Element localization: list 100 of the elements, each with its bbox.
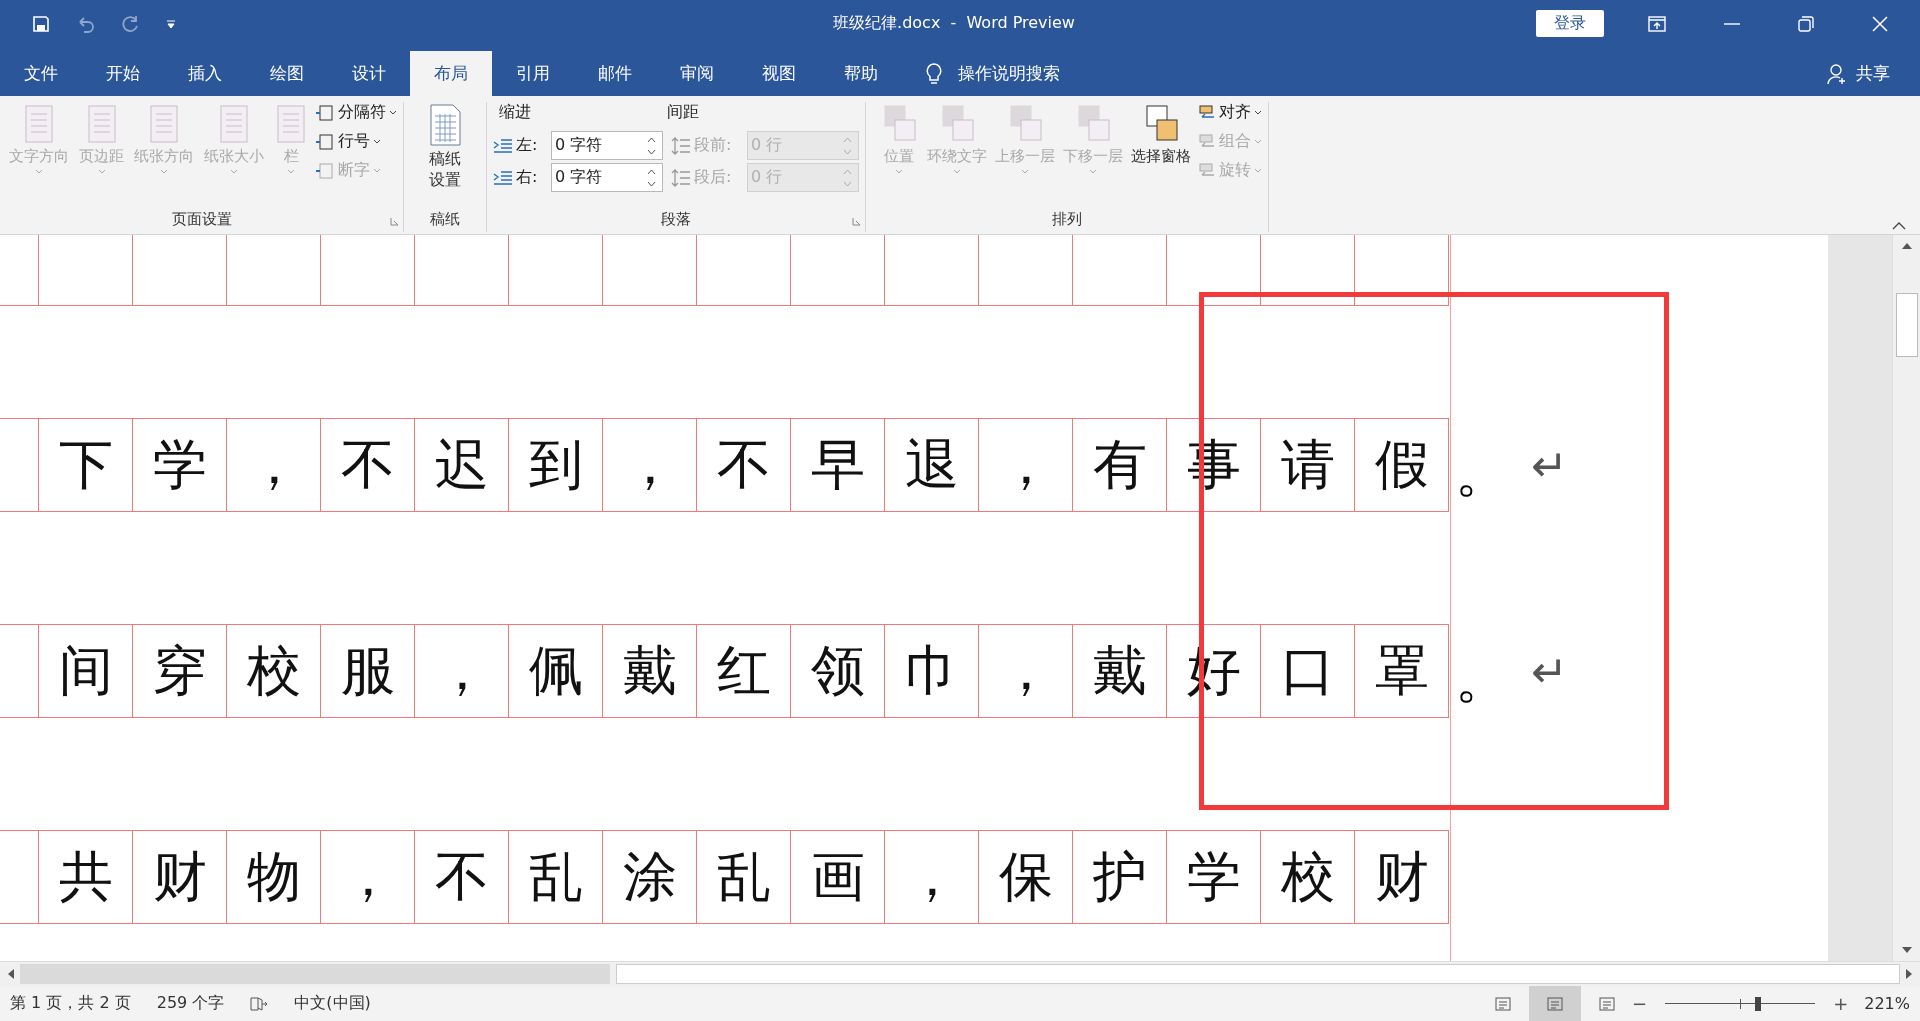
group-label: 排列	[1052, 210, 1082, 228]
grid-cell: ，	[979, 418, 1073, 512]
caret-icon	[1254, 168, 1262, 173]
grid-cell: 校	[1261, 830, 1355, 924]
field-label: 段后:	[694, 167, 733, 188]
scroll-left-icon[interactable]	[8, 969, 14, 979]
grid-cell: 间	[39, 624, 133, 718]
ribbon-tab[interactable]: 绘图	[246, 51, 328, 96]
period-mark: 。	[1455, 439, 1509, 506]
manuscript-settings-button[interactable]: 稿纸设置	[417, 102, 473, 193]
book-icon[interactable]	[250, 995, 269, 1012]
scroll-thumb[interactable]	[1895, 293, 1918, 357]
zoom-in-button[interactable]: +	[1833, 993, 1849, 1014]
grid-cell: 领	[791, 624, 885, 718]
ribbon-tab[interactable]: 审阅	[656, 51, 738, 96]
columns-icon	[274, 104, 308, 144]
group-label: 段落	[661, 210, 691, 228]
grid-paper-icon	[428, 104, 462, 146]
close-icon[interactable]	[1872, 15, 1888, 32]
undo-icon[interactable]	[76, 14, 96, 33]
tell-me-search[interactable]: 操作说明搜索	[958, 51, 1060, 96]
breaks-icon	[315, 103, 335, 122]
caret-icon	[389, 110, 397, 115]
caret-icon	[230, 169, 238, 174]
language[interactable]: 中文(中国)	[294, 993, 371, 1014]
ribbon-tab[interactable]: 视图	[738, 51, 820, 96]
grid-cell: 迟	[415, 418, 509, 512]
line-numbers-icon	[315, 132, 335, 151]
grid-cell: 共	[39, 830, 133, 924]
zoom-out-button[interactable]: −	[1632, 993, 1648, 1014]
collapse-ribbon-icon[interactable]	[1892, 222, 1906, 230]
grid-cell: 有	[1073, 418, 1167, 512]
caret-icon	[160, 169, 168, 174]
grid-cell: 穿	[133, 624, 227, 718]
minimize-icon[interactable]	[1724, 22, 1740, 25]
caret-icon	[1254, 139, 1262, 144]
grid-cell: 请	[1261, 418, 1355, 512]
grid-cell: 佩	[509, 624, 603, 718]
window-title: 班级纪律.docx - Word Preview	[832, 13, 1076, 34]
ribbon-tab[interactable]: 文件	[0, 51, 82, 96]
grid-cell: 物	[227, 830, 321, 924]
orientation-icon	[147, 104, 181, 144]
grid-cell: 财	[1355, 830, 1449, 924]
ribbon-tab[interactable]: 插入	[164, 51, 246, 96]
field-label: 左:	[516, 135, 539, 156]
ribbon-tab[interactable]: 开始	[82, 51, 164, 96]
ribbon-tab[interactable]: 引用	[492, 51, 574, 96]
grid-cell: 早	[791, 418, 885, 512]
ribbon-button[interactable]: 分隔符	[315, 102, 397, 123]
spin-field[interactable]: 0 字符	[551, 131, 663, 160]
word-count[interactable]: 259 个字	[156, 993, 225, 1014]
zoom-level[interactable]: 221%	[1864, 994, 1910, 1013]
text-direction-icon	[22, 104, 56, 144]
ribbon-button[interactable]: 对齐	[1196, 102, 1262, 123]
scroll-down-icon[interactable]	[1901, 947, 1912, 953]
paragraph-mark: ↵	[1531, 645, 1568, 697]
login-button[interactable]: 登录	[1536, 10, 1604, 37]
period-mark: 。	[1455, 645, 1509, 712]
caret-icon	[1254, 110, 1262, 115]
ribbon-display-icon[interactable]	[1648, 15, 1666, 32]
page-count[interactable]: 第 1 页，共 2 页	[10, 993, 131, 1014]
ribbon-tab[interactable]: 布局	[410, 51, 492, 96]
grid-cell: 乱	[509, 830, 603, 924]
vertical-scrollbar[interactable]	[1892, 235, 1920, 961]
grid-cell: 画	[791, 830, 885, 924]
grid-cell: 红	[697, 624, 791, 718]
horizontal-scrollbar[interactable]	[0, 961, 1920, 986]
slider-tick	[1740, 998, 1742, 1009]
share-button[interactable]: 共享	[1856, 51, 1890, 96]
zoom-slider[interactable]	[1665, 996, 1816, 1011]
grid-cell: 保	[979, 830, 1073, 924]
caret-icon	[287, 169, 295, 174]
lightbulb-icon[interactable]	[926, 63, 942, 85]
grid-cell: 戴	[603, 624, 697, 718]
ribbon-tab[interactable]: 设计	[328, 51, 410, 96]
ribbon-tab[interactable]: 邮件	[574, 51, 656, 96]
spin-field[interactable]: 0 字符	[551, 163, 663, 192]
scroll-right-icon[interactable]	[1906, 969, 1912, 979]
ribbon-button[interactable]: 行号	[315, 131, 397, 152]
scroll-up-icon[interactable]	[1901, 243, 1912, 249]
paragraph-mark: ↵	[1531, 439, 1568, 491]
scroll-thumb[interactable]	[616, 964, 1900, 984]
ribbon-button[interactable]: 选择窗格	[1128, 102, 1194, 168]
grid-cell: 财	[133, 830, 227, 924]
web-layout-icon	[1598, 995, 1617, 1012]
grid-cell: ，	[603, 418, 697, 512]
person-add-icon[interactable]	[1826, 63, 1848, 85]
indent-icon	[493, 137, 513, 154]
grid-cell: 巾	[885, 624, 979, 718]
ribbon-tab[interactable]: 帮助	[820, 51, 902, 96]
save-icon[interactable]	[32, 14, 50, 33]
indent-icon	[493, 169, 513, 186]
dialog-launcher-icon[interactable]	[852, 217, 861, 226]
customize-icon[interactable]	[166, 18, 176, 29]
grid-cell: 戴	[1073, 624, 1167, 718]
grid-cell: 服	[321, 624, 415, 718]
redo-icon[interactable]	[122, 14, 140, 33]
dialog-launcher-icon[interactable]	[390, 217, 399, 226]
restore-icon[interactable]	[1798, 15, 1814, 32]
grid-cell: 护	[1073, 830, 1167, 924]
